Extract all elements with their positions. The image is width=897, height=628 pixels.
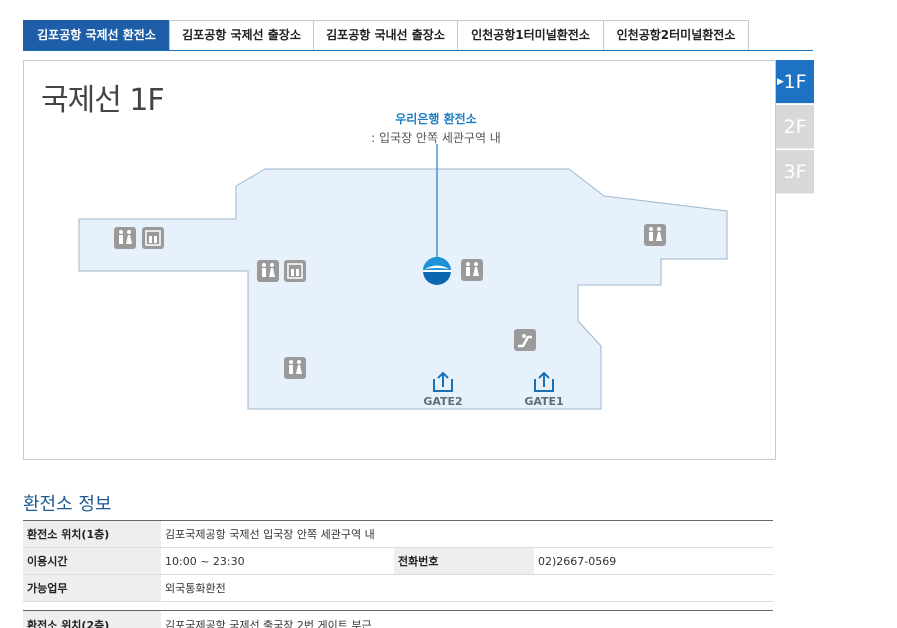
gate1-label: GATE1 bbox=[524, 395, 564, 408]
table-row: 환전소 위치(2층) 김포국제공항 국제선 출국장 2번 게이트 부근 bbox=[23, 610, 773, 628]
floor-3f-label: 3F bbox=[783, 161, 807, 183]
elevator-icon bbox=[284, 260, 306, 282]
tab-gimpo-domestic-branch[interactable]: 김포공항 국내선 출장소 bbox=[313, 20, 458, 50]
restroom-icon bbox=[644, 224, 666, 246]
floor-2f-label: 2F bbox=[783, 116, 807, 138]
phone-label: 전화번호 bbox=[394, 547, 534, 575]
exchange-booth-description: : 입국장 안쪽 세관구역 내 bbox=[371, 131, 501, 145]
phone-value: 02)2667-0569 bbox=[534, 547, 773, 575]
services-label: 가능업무 bbox=[23, 574, 161, 602]
gate2-label: GATE2 bbox=[423, 395, 463, 408]
tab-incheon-t2-exchange[interactable]: 인천공항2터미널환전소 bbox=[603, 20, 749, 50]
floor-map-panel: 국제선 1F 우리은행 환전소 : 입국장 안쪽 세관구역 내 GATE2 GA… bbox=[23, 60, 776, 460]
table-row: 환전소 위치(1층) 김포국제공항 국제선 입국장 안쪽 세관구역 내 bbox=[23, 520, 773, 548]
info-table-2f: 환전소 위치(2층) 김포국제공항 국제선 출국장 2번 게이트 부근 bbox=[23, 610, 773, 628]
tab-gimpo-intl-branch[interactable]: 김포공항 국제선 출장소 bbox=[169, 20, 314, 50]
restroom-icon bbox=[284, 357, 306, 379]
floor-1f-label: 1F bbox=[783, 71, 807, 93]
current-floor-indicator-icon: ▶ bbox=[777, 77, 784, 87]
services-value: 외국통화환전 bbox=[161, 574, 773, 602]
restroom-icon bbox=[461, 259, 483, 281]
tab-gimpo-intl-exchange[interactable]: 김포공항 국제선 환전소 bbox=[23, 20, 170, 50]
location2-value: 김포국제공항 국제선 출국장 2번 게이트 부근 bbox=[165, 619, 372, 628]
escalator-icon bbox=[514, 329, 536, 351]
restroom-icon bbox=[257, 260, 279, 282]
location2-label: 환전소 위치(2층) bbox=[23, 610, 161, 628]
hours-value: 10:00 ~ 23:30 bbox=[161, 547, 394, 575]
tab-incheon-t1-exchange[interactable]: 인천공항1터미널환전소 bbox=[457, 20, 604, 50]
location-label: 환전소 위치(1층) bbox=[23, 520, 161, 548]
hours-label: 이용시간 bbox=[23, 547, 161, 575]
woori-bank-logo-icon bbox=[423, 257, 451, 285]
elevator-icon bbox=[142, 227, 164, 249]
floor-title: 국제선 1F bbox=[41, 83, 165, 118]
floor-2f-button[interactable]: 2F bbox=[776, 105, 814, 149]
floor-1f-button[interactable]: ▶ 1F bbox=[776, 60, 814, 104]
table-row: 이용시간 10:00 ~ 23:30 전화번호 02)2667-0569 bbox=[23, 547, 773, 575]
table-row: 가능업무 외국통화환전 bbox=[23, 574, 773, 602]
location-value: 김포국제공항 국제선 입국장 안쪽 세관구역 내 bbox=[161, 520, 773, 548]
info-section-title: 환전소 정보 bbox=[23, 494, 112, 515]
branch-tabs: 김포공항 국제선 환전소 김포공항 국제선 출장소 김포공항 국내선 출장소 인… bbox=[23, 20, 813, 51]
exchange-booth-name[interactable]: 우리은행 환전소 bbox=[324, 110, 548, 127]
info-table: 환전소 위치(1층) 김포국제공항 국제선 입국장 안쪽 세관구역 내 이용시간… bbox=[23, 520, 773, 602]
floor-plan-area bbox=[78, 168, 728, 410]
floor-3f-button[interactable]: 3F bbox=[776, 150, 814, 194]
restroom-icon bbox=[114, 227, 136, 249]
